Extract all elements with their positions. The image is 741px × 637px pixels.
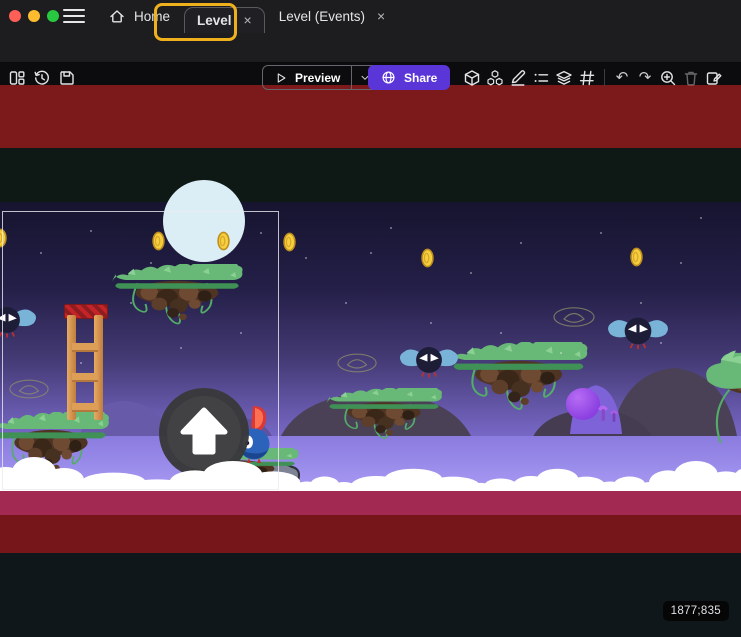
ground-red-band [0,515,741,553]
star-dot [500,332,502,334]
coin-sprite[interactable] [283,232,296,252]
bat-sprite[interactable] [606,310,670,354]
scene-editor-canvas[interactable] [0,62,741,637]
toolbar-separator [604,69,605,87]
tab-level-events[interactable]: Level (Events) × [265,0,399,32]
platform-tall-sprite[interactable] [697,348,741,448]
tab-bar: Home Level × Level (Events) × [94,0,399,32]
mushrooms-sprite[interactable] [594,398,622,422]
minimize-window-button[interactable] [28,10,40,22]
layers-icon[interactable] [555,69,573,87]
star-dot [430,322,432,324]
home-icon [108,7,126,25]
star-dot [150,262,152,264]
coin-sprite[interactable] [152,231,165,251]
ufo-sprite[interactable] [336,352,378,374]
main-menu-button[interactable] [63,9,85,23]
tab-home[interactable]: Home [94,0,184,32]
star-dot [640,302,642,304]
edit-properties-icon[interactable] [705,69,723,87]
ground-pink-band [0,491,741,515]
redo-icon[interactable]: ↷ [636,69,654,87]
tab-level-events-label: Level (Events) [279,9,365,24]
bat-sprite[interactable] [398,340,460,382]
star-dot [390,227,392,229]
ufo-sprite[interactable] [552,305,596,329]
titlebar: Home Level × Level (Events) × [0,0,741,32]
cursor-coordinates-badge: 1877;835 [663,601,729,621]
star-dot [80,362,82,364]
preview-button[interactable]: Preview [262,65,379,90]
zoom-in-icon[interactable] [659,69,677,87]
play-icon [274,71,288,85]
close-window-button[interactable] [9,10,21,22]
star-dot [305,257,307,259]
star-dot [40,252,42,254]
footer-black-band [0,553,741,637]
toolbar-left-group [8,69,76,87]
star-dot [130,302,132,304]
star-dot [600,232,602,234]
coin-sprite[interactable] [421,248,434,268]
star-dot [660,342,662,344]
zoom-window-button[interactable] [47,10,59,22]
star-dot [180,347,182,349]
undo-icon[interactable]: ↶ [613,69,631,87]
star-dot [240,332,242,334]
share-button[interactable]: Share [368,65,450,90]
toolbar: Preview Share ↶ ↷ [0,32,741,63]
bat-sprite[interactable] [0,300,38,342]
star-dot [680,262,682,264]
ufo-sprite[interactable] [8,378,50,400]
star-dot [560,352,562,354]
tab-home-label: Home [134,9,170,24]
objects-group-icon[interactable] [486,69,504,87]
star-dot [520,242,522,244]
ladder-sprite[interactable] [64,304,106,420]
tab-level[interactable]: Level × [184,7,265,33]
close-tab-icon[interactable]: × [240,12,252,28]
toolbar-right-group: ↶ ↷ [463,69,723,87]
save-icon[interactable] [58,69,76,87]
star-dot [345,302,347,304]
globe-icon [381,70,396,85]
star-dot [700,217,702,219]
tab-level-label: Level [197,13,232,28]
instances-list-icon[interactable] [532,69,550,87]
star-dot [470,272,472,274]
platform-sprite[interactable] [323,388,445,442]
cloud-sprite[interactable] [168,460,303,494]
trash-icon[interactable] [682,69,700,87]
cube-3d-icon[interactable] [463,69,481,87]
traffic-lights [9,10,59,22]
coin-sprite[interactable] [630,247,643,267]
star-dot [370,252,372,254]
app-window: { "window": { "traffic_lights": ["#ff5f5… [0,0,741,637]
history-icon[interactable] [33,69,51,87]
grid-icon[interactable] [578,69,596,87]
platform-sprite[interactable] [108,264,246,328]
pencil-icon[interactable] [509,69,527,87]
coin-sprite[interactable] [217,231,230,251]
coin-sprite[interactable] [0,228,7,248]
moon-sprite[interactable] [163,180,245,262]
star-dot [260,232,262,234]
close-tab-icon[interactable]: × [373,8,385,24]
platform-sprite[interactable] [446,342,591,414]
preview-button-label: Preview [295,71,340,85]
share-button-label: Share [404,71,437,85]
star-dot [90,230,92,232]
panels-icon[interactable] [8,69,26,87]
